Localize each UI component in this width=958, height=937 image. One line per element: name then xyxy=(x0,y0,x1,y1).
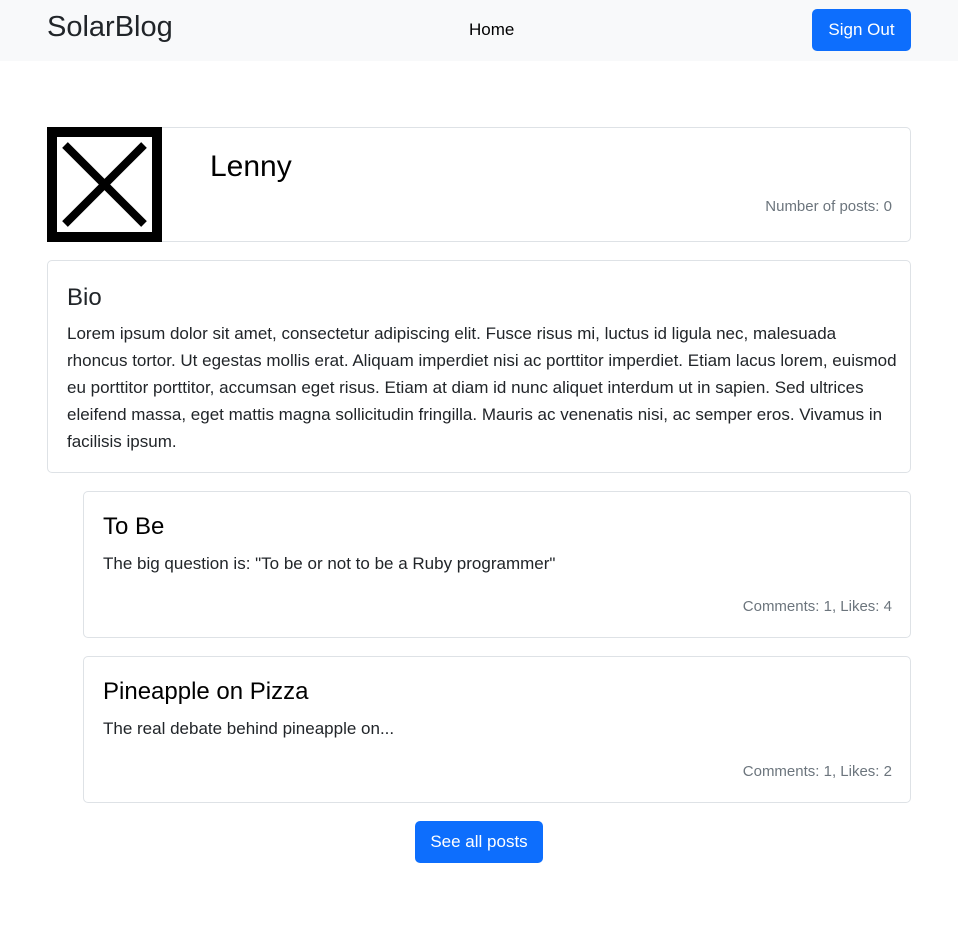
user-card xyxy=(47,127,911,242)
post-excerpt: The real debate behind pineapple on... xyxy=(103,719,395,738)
post-card[interactable]: Pineapple on Pizza The real debate behin… xyxy=(83,656,911,803)
bio-text: Lorem ipsum dolor sit amet, consectetur … xyxy=(67,324,897,451)
bio-title: Bio xyxy=(67,284,102,311)
post-stats: Comments: 1, Likes: 2 xyxy=(742,763,892,780)
post-count: Number of posts: 0 xyxy=(765,198,892,215)
bio-card: Bio Lorem ipsum dolor sit amet, consecte… xyxy=(47,260,911,473)
post-card[interactable]: To Be The big question is: "To be or not… xyxy=(83,491,911,638)
brand-link[interactable]: SolarBlog xyxy=(47,9,173,45)
post-stats: Comments: 1, Likes: 4 xyxy=(742,598,892,615)
sign-out-button[interactable]: Sign Out xyxy=(812,9,911,51)
post-title[interactable]: To Be xyxy=(103,512,164,542)
nav-home-link[interactable]: Home xyxy=(469,19,514,41)
broken-image-icon xyxy=(47,127,162,242)
navbar: SolarBlog Home Sign Out xyxy=(0,0,958,61)
post-title[interactable]: Pineapple on Pizza xyxy=(103,677,308,707)
post-excerpt: The big question is: "To be or not to be… xyxy=(103,554,556,573)
user-name: Lenny xyxy=(210,150,292,183)
see-all-posts-button[interactable]: See all posts xyxy=(415,821,543,863)
